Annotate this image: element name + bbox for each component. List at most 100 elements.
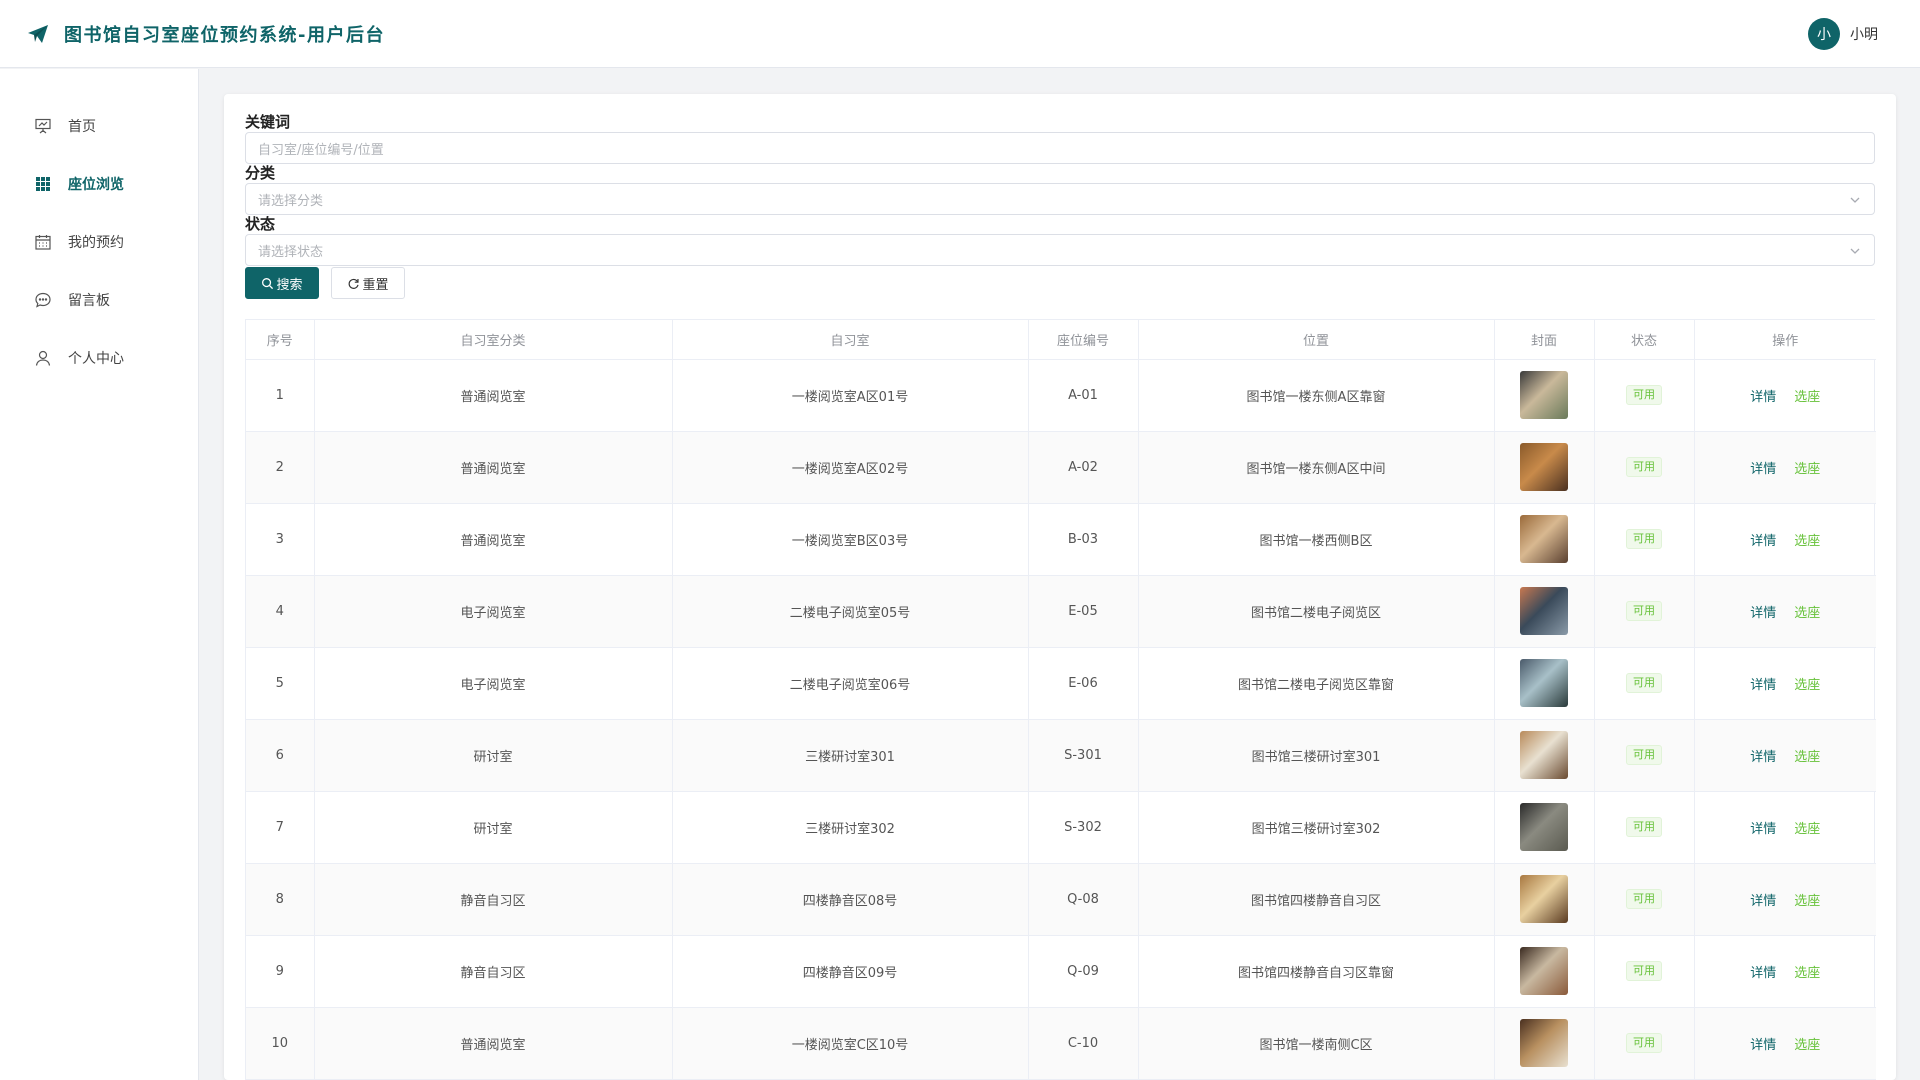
cover-image[interactable] — [1520, 803, 1568, 851]
select-seat-link[interactable]: 选座 — [1794, 1034, 1820, 1053]
cover-image[interactable] — [1520, 515, 1568, 563]
row-actions: 详情 选座 — [1694, 935, 1876, 1008]
table-row: 10 普通阅览室 一楼阅览室C区10号 C-10 图书馆一楼南侧C区 可用 详情 选座 — [246, 1007, 1876, 1080]
keyword-input[interactable]: 自习室/座位编号/位置 — [245, 132, 1875, 164]
search-button-label: 搜索 — [276, 277, 303, 293]
user-menu[interactable]: 小 小明 — [1808, 18, 1878, 50]
row-actions: 详情 选座 — [1694, 359, 1876, 432]
row-seat-number: E-05 — [1028, 575, 1139, 648]
row-index: 6 — [246, 719, 315, 792]
select-seat-link[interactable]: 选座 — [1794, 746, 1820, 765]
row-category: 静音自习区 — [314, 935, 673, 1008]
row-room: 四楼静音区09号 — [672, 935, 1029, 1008]
table-row: 2 普通阅览室 一楼阅览室A区02号 A-02 图书馆一楼东侧A区中间 可用 详情 选座 — [246, 431, 1876, 504]
row-location: 图书馆二楼电子阅览区靠窗 — [1138, 647, 1495, 720]
select-seat-link[interactable]: 选座 — [1794, 818, 1820, 837]
detail-link[interactable]: 详情 — [1750, 602, 1776, 621]
sidebar-item-my-reservations[interactable]: 我的预约 — [0, 213, 198, 271]
cover-image[interactable] — [1520, 587, 1568, 635]
row-location: 图书馆三楼研讨室301 — [1138, 719, 1495, 792]
status-badge: 可用 — [1626, 601, 1662, 621]
row-actions: 详情 选座 — [1694, 575, 1876, 648]
keyword-label: 关键词 — [245, 113, 291, 131]
table-row: 1 普通阅览室 一楼阅览室A区01号 A-01 图书馆一楼东侧A区靠窗 可用 详情 选座 — [246, 359, 1876, 432]
cover-image[interactable] — [1520, 947, 1568, 995]
detail-link[interactable]: 详情 — [1750, 962, 1776, 981]
select-seat-link[interactable]: 选座 — [1794, 386, 1820, 405]
row-seat-number: B-03 — [1028, 503, 1139, 576]
column-header: 座位编号 — [1028, 320, 1139, 360]
sidebar-item-profile[interactable]: 个人中心 — [0, 329, 198, 387]
cover-image[interactable] — [1520, 875, 1568, 923]
cover-image[interactable] — [1520, 443, 1568, 491]
detail-link[interactable]: 详情 — [1750, 746, 1776, 765]
row-room: 二楼电子阅览室05号 — [672, 575, 1029, 648]
sidebar-item-label: 首页 — [68, 119, 96, 135]
detail-link[interactable]: 详情 — [1750, 818, 1776, 837]
row-room: 三楼研讨室301 — [672, 719, 1029, 792]
row-status: 可用 — [1594, 575, 1695, 648]
app-title: 图书馆自习室座位预约系统-用户后台 — [64, 24, 385, 46]
select-seat-link[interactable]: 选座 — [1794, 962, 1820, 981]
presentation-icon — [34, 117, 52, 135]
detail-link[interactable]: 详情 — [1750, 890, 1776, 909]
row-index: 8 — [246, 863, 315, 936]
cover-image[interactable] — [1520, 1019, 1568, 1067]
filter-buttons: 搜索 重置 — [245, 267, 1876, 299]
row-seat-number: C-10 — [1028, 1007, 1139, 1080]
sidebar-item-seat-browse[interactable]: 座位浏览 — [0, 155, 198, 213]
detail-link[interactable]: 详情 — [1750, 1034, 1776, 1053]
category-label: 分类 — [245, 164, 276, 182]
detail-link[interactable]: 详情 — [1750, 386, 1776, 405]
row-status: 可用 — [1594, 503, 1695, 576]
row-index: 3 — [246, 503, 315, 576]
row-actions: 详情 选座 — [1694, 791, 1876, 864]
table-row: 8 静音自习区 四楼静音区08号 Q-08 图书馆四楼静音自习区 可用 详情 选座 — [246, 863, 1876, 936]
cover-image[interactable] — [1520, 731, 1568, 779]
search-icon — [262, 277, 274, 289]
row-category: 电子阅览室 — [314, 647, 673, 720]
keyword-placeholder: 自习室/座位编号/位置 — [258, 142, 384, 158]
select-seat-link[interactable]: 选座 — [1794, 530, 1820, 549]
row-category: 电子阅览室 — [314, 575, 673, 648]
row-cover — [1494, 575, 1595, 648]
status-select[interactable]: 请选择状态 — [245, 234, 1875, 266]
row-category: 普通阅览室 — [314, 359, 673, 432]
paper-plane-icon — [26, 22, 50, 46]
column-header: 序号 — [246, 320, 315, 360]
sidebar-item-home[interactable]: 首页 — [0, 97, 198, 155]
row-index: 4 — [246, 575, 315, 648]
row-index: 7 — [246, 791, 315, 864]
select-seat-link[interactable]: 选座 — [1794, 458, 1820, 477]
select-seat-link[interactable]: 选座 — [1794, 890, 1820, 909]
row-cover — [1494, 503, 1595, 576]
row-status: 可用 — [1594, 1007, 1695, 1080]
row-location: 图书馆四楼静音自习区靠窗 — [1138, 935, 1495, 1008]
sidebar: 首页 座位浏览 我的预约 留言板 个人中心 — [0, 69, 199, 1080]
avatar[interactable]: 小 — [1808, 18, 1840, 50]
select-seat-link[interactable]: 选座 — [1794, 602, 1820, 621]
status-placeholder: 请选择状态 — [258, 244, 324, 260]
row-cover — [1494, 1007, 1595, 1080]
table-row: 9 静音自习区 四楼静音区09号 Q-09 图书馆四楼静音自习区靠窗 可用 详情 选座 — [246, 935, 1876, 1008]
column-header: 位置 — [1138, 320, 1495, 360]
detail-link[interactable]: 详情 — [1750, 530, 1776, 549]
user-name[interactable]: 小明 — [1850, 24, 1878, 44]
sidebar-item-message-board[interactable]: 留言板 — [0, 271, 198, 329]
select-seat-link[interactable]: 选座 — [1794, 674, 1820, 693]
sidebar-item-label: 我的预约 — [68, 235, 124, 251]
row-actions: 详情 选座 — [1694, 647, 1876, 720]
reset-button[interactable]: 重置 — [331, 267, 405, 299]
row-seat-number: E-06 — [1028, 647, 1139, 720]
row-seat-number: Q-09 — [1028, 935, 1139, 1008]
search-button[interactable]: 搜索 — [245, 267, 319, 299]
category-select[interactable]: 请选择分类 — [245, 183, 1875, 215]
detail-link[interactable]: 详情 — [1750, 458, 1776, 477]
cover-image[interactable] — [1520, 659, 1568, 707]
cover-image[interactable] — [1520, 371, 1568, 419]
row-status: 可用 — [1594, 431, 1695, 504]
row-category: 研讨室 — [314, 791, 673, 864]
status-badge: 可用 — [1626, 817, 1662, 837]
row-seat-number: S-301 — [1028, 719, 1139, 792]
detail-link[interactable]: 详情 — [1750, 674, 1776, 693]
